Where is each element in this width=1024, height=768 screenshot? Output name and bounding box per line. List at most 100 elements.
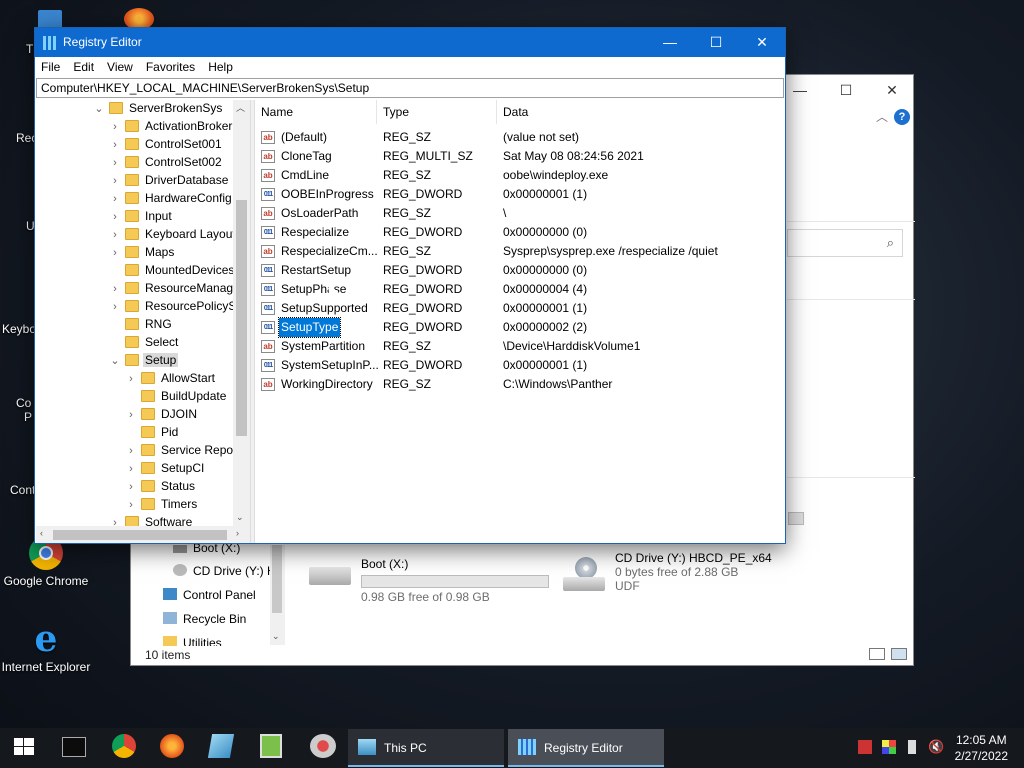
- scroll-down-icon[interactable]: ⌄: [236, 512, 244, 523]
- chevron-right-icon[interactable]: ›: [124, 496, 138, 514]
- clock[interactable]: 12:05 AM 2/27/2022: [955, 732, 1008, 764]
- tree-node[interactable]: › ControlSet001: [108, 135, 224, 153]
- command-prompt-icon[interactable]: [62, 737, 86, 757]
- desktop-icon-internet-explorer[interactable]: e Internet Explorer: [0, 621, 92, 674]
- chevron-right-icon[interactable]: ›: [124, 442, 138, 460]
- chevron-right-icon[interactable]: ›: [108, 280, 122, 298]
- scrollbar-fragment[interactable]: [788, 512, 804, 525]
- tree-node[interactable]: ⌄ ServerBrokenSys: [92, 100, 224, 117]
- chrome-taskbar-icon[interactable]: [112, 734, 136, 758]
- chevron-right-icon[interactable]: ›: [108, 298, 122, 316]
- value-row[interactable]: ab OsLoaderPath REG_SZ \: [255, 204, 784, 223]
- value-row[interactable]: 011 RestartSetup REG_DWORD 0x00000000 (0): [255, 261, 784, 280]
- menu-file[interactable]: File: [35, 57, 67, 74]
- value-row[interactable]: 011 SystemSetupInP... REG_DWORD 0x00000001 …: [255, 356, 784, 375]
- chevron-right-icon[interactable]: ›: [108, 190, 122, 208]
- chevron-right-icon[interactable]: ›: [108, 136, 122, 154]
- value-row[interactable]: ab CloneTag REG_MULTI_SZ Sat May 08 08:24:5…: [255, 147, 784, 166]
- tree-node[interactable]: › Timers: [124, 495, 199, 513]
- tree-node[interactable]: MountedDevices: [108, 261, 236, 279]
- chevron-right-icon[interactable]: ›: [108, 172, 122, 190]
- value-row[interactable]: ab CmdLine REG_SZ oobe\windeploy.exe: [255, 166, 784, 185]
- nav-item-cd-drive[interactable]: CD Drive (Y:) H: [173, 564, 276, 578]
- chevron-right-icon[interactable]: ›: [108, 244, 122, 262]
- value-row[interactable]: 011 OOBEInProgress REG_DWORD 0x00000001 (1): [255, 185, 784, 204]
- notepad-taskbar-icon[interactable]: [207, 734, 235, 758]
- tree-node[interactable]: › Service Reporting: [124, 441, 250, 459]
- tree-node[interactable]: › ControlSet002: [108, 153, 224, 171]
- tree-node[interactable]: › Maps: [108, 243, 176, 261]
- scrollbar-thumb[interactable]: [272, 545, 282, 613]
- tree-node[interactable]: RNG: [108, 315, 174, 333]
- taskbar-app-registry-editor[interactable]: Registry Editor: [508, 729, 664, 767]
- usb-icon[interactable]: [908, 740, 916, 754]
- tree-node[interactable]: › SetupCI: [124, 459, 206, 477]
- value-row[interactable]: ab SystemPartition REG_SZ \Device\HarddiskV…: [255, 337, 784, 356]
- tree-node[interactable]: Pid: [124, 423, 180, 441]
- scrollbar-thumb[interactable]: [53, 530, 227, 540]
- tree-node[interactable]: › HardwareConfig: [108, 189, 234, 207]
- value-row[interactable]: 011 SetupSupported REG_DWORD 0x00000001 (1): [255, 299, 784, 318]
- minimize-button[interactable]: —: [647, 28, 693, 57]
- menu-edit[interactable]: Edit: [67, 57, 101, 74]
- value-row[interactable]: ab (Default) REG_SZ (value not set): [255, 128, 784, 147]
- nav-item-recycle-bin[interactable]: Recycle Bin: [163, 612, 246, 626]
- chevron-right-icon[interactable]: ›: [124, 406, 138, 424]
- chevron-right-icon[interactable]: ›: [124, 460, 138, 478]
- chevron-right-icon[interactable]: ›: [124, 478, 138, 496]
- explorer-maximize-button[interactable]: ☐: [823, 79, 869, 101]
- tree-node[interactable]: › DJOIN: [124, 405, 199, 423]
- tree-node[interactable]: › AllowStart: [124, 369, 217, 387]
- chevron-right-icon[interactable]: ›: [124, 370, 138, 388]
- taskbar-app-this-pc[interactable]: This PC: [348, 729, 504, 767]
- explorer-close-button[interactable]: ✕: [869, 79, 915, 101]
- tree-node[interactable]: › ResourcePolicyStore: [108, 297, 250, 315]
- chevron-down-icon[interactable]: ⌄: [108, 352, 122, 370]
- value-row[interactable]: ab WorkingDirectory REG_SZ C:\Windows\Panth…: [255, 375, 784, 394]
- tree-node[interactable]: › Status: [124, 477, 197, 495]
- start-button[interactable]: [12, 734, 40, 762]
- scroll-right-icon[interactable]: ›: [236, 528, 239, 538]
- title-bar[interactable]: Registry Editor — ☐ ✕: [35, 28, 785, 57]
- display-icon[interactable]: [882, 740, 896, 754]
- tree-node[interactable]: BuildUpdate: [124, 387, 228, 405]
- help-icon[interactable]: ?: [894, 109, 910, 125]
- value-row[interactable]: 011 SetupType REG_DWORD 0x00000002 (2): [255, 317, 784, 338]
- nav-scrollbar[interactable]: ⌄: [270, 545, 285, 645]
- chevron-right-icon[interactable]: ›: [108, 154, 122, 172]
- tree-node[interactable]: › Keyboard Layout: [108, 225, 238, 243]
- address-bar[interactable]: Computer\HKEY_LOCAL_MACHINE\ServerBroken…: [36, 78, 784, 98]
- column-header-name[interactable]: Name: [255, 100, 377, 124]
- chevron-down-icon[interactable]: ⌄: [92, 100, 106, 118]
- value-row[interactable]: 011 Respecialize REG_DWORD 0x00000000 (0): [255, 223, 784, 242]
- chevron-right-icon[interactable]: ›: [108, 118, 122, 136]
- menu-view[interactable]: View: [101, 57, 140, 74]
- large-icons-view-icon[interactable]: [891, 648, 907, 660]
- menu-favorites[interactable]: Favorites: [140, 57, 202, 74]
- tree-node[interactable]: ⌄ Setup: [108, 351, 179, 370]
- drive-tile-boot[interactable]: Boot (X:) 0.98 GB free of 0.98 GB: [309, 557, 549, 604]
- column-header-data[interactable]: Data: [497, 100, 784, 124]
- tree-vertical-scrollbar[interactable]: ︿ ⌄: [233, 100, 250, 526]
- tree-node[interactable]: Select: [108, 333, 180, 351]
- tool-taskbar-icon[interactable]: [310, 734, 336, 758]
- firefox-taskbar-icon[interactable]: [160, 734, 184, 758]
- chevron-right-icon[interactable]: ›: [108, 226, 122, 244]
- nav-item-control-panel[interactable]: Control Panel: [163, 588, 256, 602]
- tree-horizontal-scrollbar[interactable]: ‹ ›: [36, 526, 250, 543]
- tree-node[interactable]: › ActivationBroker: [108, 117, 234, 135]
- value-row[interactable]: ab RespecializeCm... REG_SZ Sysprep\sysprep…: [255, 242, 784, 261]
- ribbon-collapse-icon[interactable]: ︿: [876, 108, 888, 125]
- tree-node[interactable]: › ResourceManager: [108, 279, 246, 297]
- nav-item-utilities[interactable]: Utilities: [163, 636, 222, 646]
- tree-node[interactable]: › DriverDatabase: [108, 171, 230, 189]
- volume-muted-icon[interactable]: 🔇: [928, 740, 944, 754]
- column-header-type[interactable]: Type: [377, 100, 497, 124]
- menu-help[interactable]: Help: [202, 57, 240, 74]
- scrollbar-thumb[interactable]: [236, 200, 247, 436]
- search-box[interactable]: ⌕: [787, 229, 903, 257]
- network-error-icon[interactable]: [858, 740, 872, 754]
- maximize-button[interactable]: ☐: [693, 28, 739, 57]
- details-view-icon[interactable]: [869, 648, 885, 660]
- spreadsheet-taskbar-icon[interactable]: [260, 734, 282, 758]
